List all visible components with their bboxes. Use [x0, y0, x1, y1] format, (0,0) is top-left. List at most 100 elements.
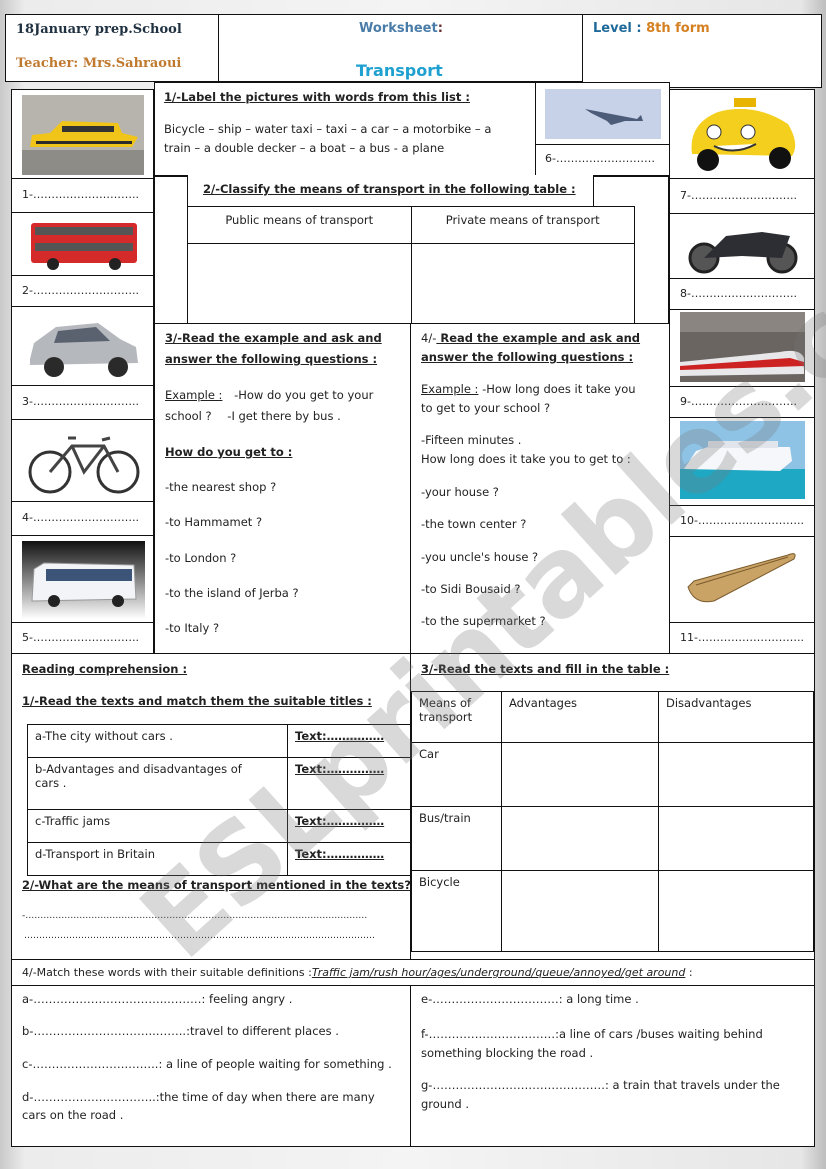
picture-cell-11 [669, 536, 815, 623]
label-blank-6[interactable]: 6-……………………… [545, 152, 655, 165]
car-advantages-cell[interactable] [501, 742, 659, 807]
exercise-1-title: 1/-Label the pictures with words from th… [164, 90, 470, 104]
definition-f-cont: something blocking the road . [421, 1046, 594, 1060]
label-blank-5[interactable]: 5-……………………….. [22, 631, 139, 644]
level-label: Level : 8th form [593, 20, 710, 39]
header-means-line-2: transport [419, 710, 473, 724]
exercise-4-example-line-1: Example : -How long does it take you [421, 381, 636, 398]
question-item: -to Sidi Bousaid ? [421, 582, 521, 596]
reading-box: Reading comprehension : 1/-Read the text… [11, 653, 412, 960]
title-answer-d[interactable]: Text:…………… [287, 842, 412, 876]
picture-cell-5 [11, 535, 154, 623]
example-label: Example : [421, 382, 479, 396]
teacher-name: Teacher: Mrs.Sahraoui [16, 56, 182, 71]
label-blank-10[interactable]: 10-……………………….. [680, 514, 804, 527]
example-question: -How long does it take you [478, 382, 636, 396]
label-cell-8: 8-……………………….. [669, 278, 815, 310]
question-item: -to Italy ? [165, 621, 220, 635]
label-blank-4[interactable]: 4-……………………….. [22, 511, 139, 524]
level-value: 8th form [646, 21, 710, 36]
title-option-d: d-Transport in Britain [27, 842, 288, 876]
picture-cell-6 [535, 82, 670, 145]
exercise-3-title-2: answer the following questions : [165, 352, 378, 366]
header-school-box: 18January prep.School Teacher: Mrs.Sahra… [5, 14, 219, 82]
vocab-word-list: Traffic jam/rush hour/ages/underground/q… [311, 966, 686, 979]
definition-e: e-……………………………: a long time . [421, 992, 639, 1006]
word-list-line-2: train – a double decker – a boat – a bus… [164, 141, 445, 155]
exercise-4-title-1: 4/- Read the example and ask and [421, 330, 640, 347]
definition-a: a-……………………………..………: feeling angry . [22, 992, 293, 1006]
worksheet-text: Worksheet [359, 21, 438, 36]
vocab-tail: : [685, 966, 693, 979]
classify-header-public: Public means of transport [187, 206, 412, 244]
label-cell-4: 4-……………………….. [11, 501, 154, 536]
classify-public-answer[interactable] [187, 243, 412, 326]
exercise-4-title-2: answer the following questions : [421, 350, 634, 364]
bus-train-advantages-cell[interactable] [501, 806, 659, 871]
title-answer-c[interactable]: Text:…………… [287, 809, 412, 843]
row-label-bus-train: Bus/train [411, 806, 502, 871]
header-title-box: Worksheet: Transport [218, 14, 583, 82]
advantages-table: Means of transport Advantages Disadvanta… [411, 691, 814, 952]
label-blank-8[interactable]: 8-……………………….. [680, 287, 797, 300]
picture-cell-9 [669, 309, 815, 387]
bus-icon [22, 541, 145, 619]
picture-cell-3 [11, 306, 154, 386]
label-blank-9[interactable]: 9-……………………….. [680, 395, 797, 408]
bus-train-disadvantages-cell[interactable] [658, 806, 814, 871]
fill-table-title: 3/-Read the texts and fill in the table … [421, 662, 670, 676]
train-icon [680, 312, 805, 382]
classify-table: Public means of transport Private means … [187, 206, 635, 326]
header-level-box: Level : 8th form [582, 14, 822, 88]
header-disadvantages: Disadvantages [658, 691, 814, 743]
answer-line-1[interactable]: -…………………………………………………………………………………………………… [22, 910, 402, 923]
definition-d: d-…………………………..:the time of day when ther… [22, 1090, 375, 1104]
row-label-bicycle: Bicycle [411, 870, 502, 952]
exercise-4-number: 4/- [421, 331, 437, 345]
bicycle-advantages-cell[interactable] [501, 870, 659, 952]
label-cell-6: 6-……………………… [535, 144, 670, 176]
exercise-3-box: 3/-Read the example and ask and answer t… [154, 323, 411, 654]
label-blank-1[interactable]: 1-……………………….. [22, 188, 139, 201]
page-title: Transport [356, 61, 443, 80]
row-label-car: Car [411, 742, 502, 807]
exercise-4-prompt: How long does it take you to get to : [421, 452, 631, 466]
answer-line-2[interactable]: ……………………………………………………………………………………………………… [24, 930, 402, 943]
definition-g-cont: ground . [421, 1097, 469, 1111]
label-blank-2[interactable]: 2-……………………….. [22, 284, 139, 297]
question-item: -the town center ? [421, 517, 527, 531]
label-cell-7: 7-……………………….. [669, 178, 815, 214]
picture-cell-8 [669, 213, 815, 279]
title-answer-b[interactable]: Text:…………… [287, 757, 412, 810]
fill-table-box: 3/-Read the texts and fill in the table … [410, 653, 815, 960]
exercise-4-title-text: Read the example and ask and [436, 331, 641, 345]
bicycle-disadvantages-cell[interactable] [658, 870, 814, 952]
level-label-text: Level : [593, 21, 642, 36]
title-option-b: b-Advantages and disadvantages of cars . [27, 757, 288, 810]
header-means: Means of transport [411, 691, 502, 743]
definition-b: b-…………………………..……..:travel to different p… [22, 1024, 339, 1038]
classify-private-answer[interactable] [410, 243, 635, 326]
car-disadvantages-cell[interactable] [658, 742, 814, 807]
label-cell-10: 10-……………………….. [669, 505, 815, 537]
vocab-left-box: a-……………………………..………: feeling angry . b-……… [11, 985, 411, 1147]
school-name: 18January prep.School [16, 22, 182, 37]
reading-q1: 1/-Read the texts and match them the sui… [22, 694, 372, 708]
definition-f: f-……………………………:a line of cars /buses wait… [421, 1027, 763, 1041]
exercise-2-title-box: 2/-Classify the means of transport in th… [187, 175, 594, 207]
question-item: -to London ? [165, 551, 237, 565]
exercise-3-subtitle: How do you get to : [165, 445, 293, 459]
reading-q2: 2/-What are the means of transport menti… [22, 878, 411, 892]
titles-table: a-The city without cars . Text:…………… b-A… [27, 724, 412, 876]
plane-icon [545, 89, 661, 139]
exercise-3-title-1: 3/-Read the example and ask and [165, 331, 382, 345]
title-answer-a[interactable]: Text:…………… [287, 724, 412, 758]
label-blank-11[interactable]: 11-……………………….. [680, 631, 804, 644]
label-blank-7[interactable]: 7-……………………….. [680, 189, 797, 202]
title-option-b-line-1: b-Advantages and disadvantages of [35, 762, 242, 776]
reading-title: Reading comprehension : [22, 662, 188, 676]
exercise-1-box: 1/-Label the pictures with words from th… [154, 82, 536, 176]
label-blank-3[interactable]: 3-……………………….. [22, 395, 139, 408]
question-item: -to Hammamet ? [165, 515, 263, 529]
picture-cell-1 [11, 89, 154, 179]
